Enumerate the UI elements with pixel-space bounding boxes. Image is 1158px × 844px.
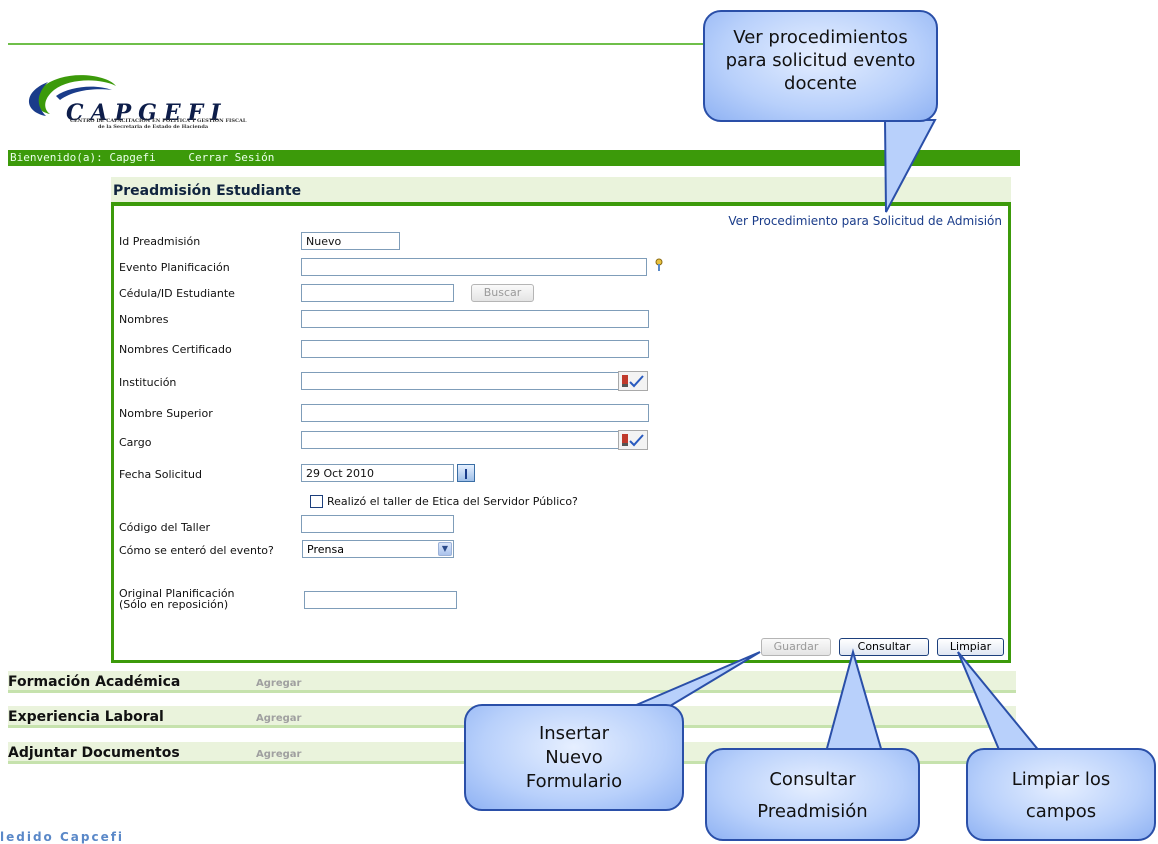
add-link[interactable]: Agregar [256, 678, 301, 689]
logout-link[interactable]: Cerrar Sesión [188, 150, 274, 166]
cargo-label: Cargo [119, 436, 152, 449]
callout-text: Preadmisión [757, 801, 868, 822]
procedure-link[interactable]: Ver Procedimiento para Solicitud de Admi… [728, 214, 1002, 228]
welcome-text: Bienvenido(a): Capgefi [10, 151, 156, 164]
add-link[interactable]: Agregar [256, 713, 301, 724]
cargo-lookup-button[interactable] [618, 430, 648, 450]
callout-text: docente [784, 73, 857, 94]
callout-clear: Limpiar los campos [966, 748, 1156, 841]
callout-insert: Insertar Nuevo Formulario [464, 704, 684, 811]
institucion-field[interactable] [301, 372, 619, 390]
nombres-certificado-label: Nombres Certificado [119, 343, 232, 356]
page-title: Preadmisión Estudiante [113, 183, 302, 199]
event-field[interactable] [301, 258, 647, 276]
key-icon[interactable] [654, 258, 664, 272]
cargo-field[interactable] [301, 431, 619, 449]
lookup-check-icon [622, 434, 644, 447]
logo-subtitle-2: de la Secretaria de Estado de Hacienda [98, 124, 209, 130]
search-button[interactable]: Buscar [471, 284, 534, 302]
event-label: Evento Planificación [119, 261, 230, 274]
institucion-lookup-button[interactable] [618, 371, 648, 391]
nombres-certificado-field[interactable] [301, 340, 649, 358]
footer-text: ledido Capcefi [0, 830, 125, 844]
callout-consult: Consultar Preadmisión [705, 748, 920, 841]
cedula-field[interactable] [301, 284, 454, 302]
como-se-entero-value: Prensa [307, 543, 344, 556]
callout-text: campos [1025, 801, 1097, 822]
superior-field[interactable] [301, 404, 649, 422]
preadmission-panel: Ver Procedimiento para Solicitud de Admi… [111, 177, 1011, 663]
nombres-label: Nombres [119, 313, 169, 326]
consult-button[interactable]: Consultar [839, 638, 929, 656]
como-se-entero-select[interactable]: Prensa ▼ [302, 540, 454, 558]
callout-text: Insertar [538, 723, 610, 744]
callout-text: Nuevo [545, 747, 603, 768]
lookup-check-icon [622, 375, 644, 388]
callout-procedures: Ver procedimientos para solicitud evento… [703, 10, 938, 122]
save-button[interactable]: Guardar [761, 638, 831, 656]
callout-text: para solicitud evento [725, 50, 916, 71]
add-link[interactable]: Agregar [256, 749, 301, 760]
section-title: Formación Académica [8, 674, 181, 690]
clear-button[interactable]: Limpiar [937, 638, 1004, 656]
section-title: Experiencia Laboral [8, 709, 164, 725]
fecha-field[interactable]: 29 Oct 2010 [301, 464, 454, 482]
callout-text: Consultar [769, 769, 856, 790]
capgefi-logo: CAPGEFI CENTRO DE CAPACITACION EN POLITI… [20, 66, 282, 138]
ethics-workshop-checkbox[interactable] [310, 495, 323, 508]
codigo-taller-field[interactable] [301, 515, 454, 533]
fecha-label: Fecha Solicitud [119, 468, 202, 481]
user-bar: Bienvenido(a): Capgefi Cerrar Sesión [8, 150, 1020, 166]
como-se-entero-label: Cómo se enteró del evento? [119, 544, 274, 557]
section-title: Adjuntar Documentos [8, 745, 180, 761]
header-divider [8, 43, 708, 45]
callout-text: Limpiar los [1011, 769, 1111, 790]
ethics-workshop-label: Realizó el taller de Etica del Servidor … [327, 495, 578, 508]
id-preadmission-label: Id Preadmisión [119, 235, 201, 248]
id-preadmission-field[interactable]: Nuevo [301, 232, 400, 250]
codigo-taller-label: Código del Taller [119, 521, 211, 534]
panel-header: Preadmisión Estudiante [111, 177, 1011, 206]
callout-text: Formulario [525, 771, 623, 792]
cedula-label: Cédula/ID Estudiante [119, 287, 235, 300]
callout-tail-clear [957, 651, 1043, 753]
institucion-label: Institución [119, 376, 177, 389]
superior-label: Nombre Superior [119, 407, 213, 420]
original-plan-field[interactable] [304, 591, 457, 609]
callout-text: Ver procedimientos [733, 27, 908, 48]
callout-tail-consult [824, 648, 884, 753]
original-plan-sublabel: (Sólo en reposición) [119, 598, 229, 611]
chevron-down-icon: ▼ [438, 542, 452, 556]
calendar-icon[interactable] [457, 464, 475, 482]
nombres-field[interactable] [301, 310, 649, 328]
section-formacion-academica[interactable]: Formación Académica Agregar [8, 671, 1016, 693]
